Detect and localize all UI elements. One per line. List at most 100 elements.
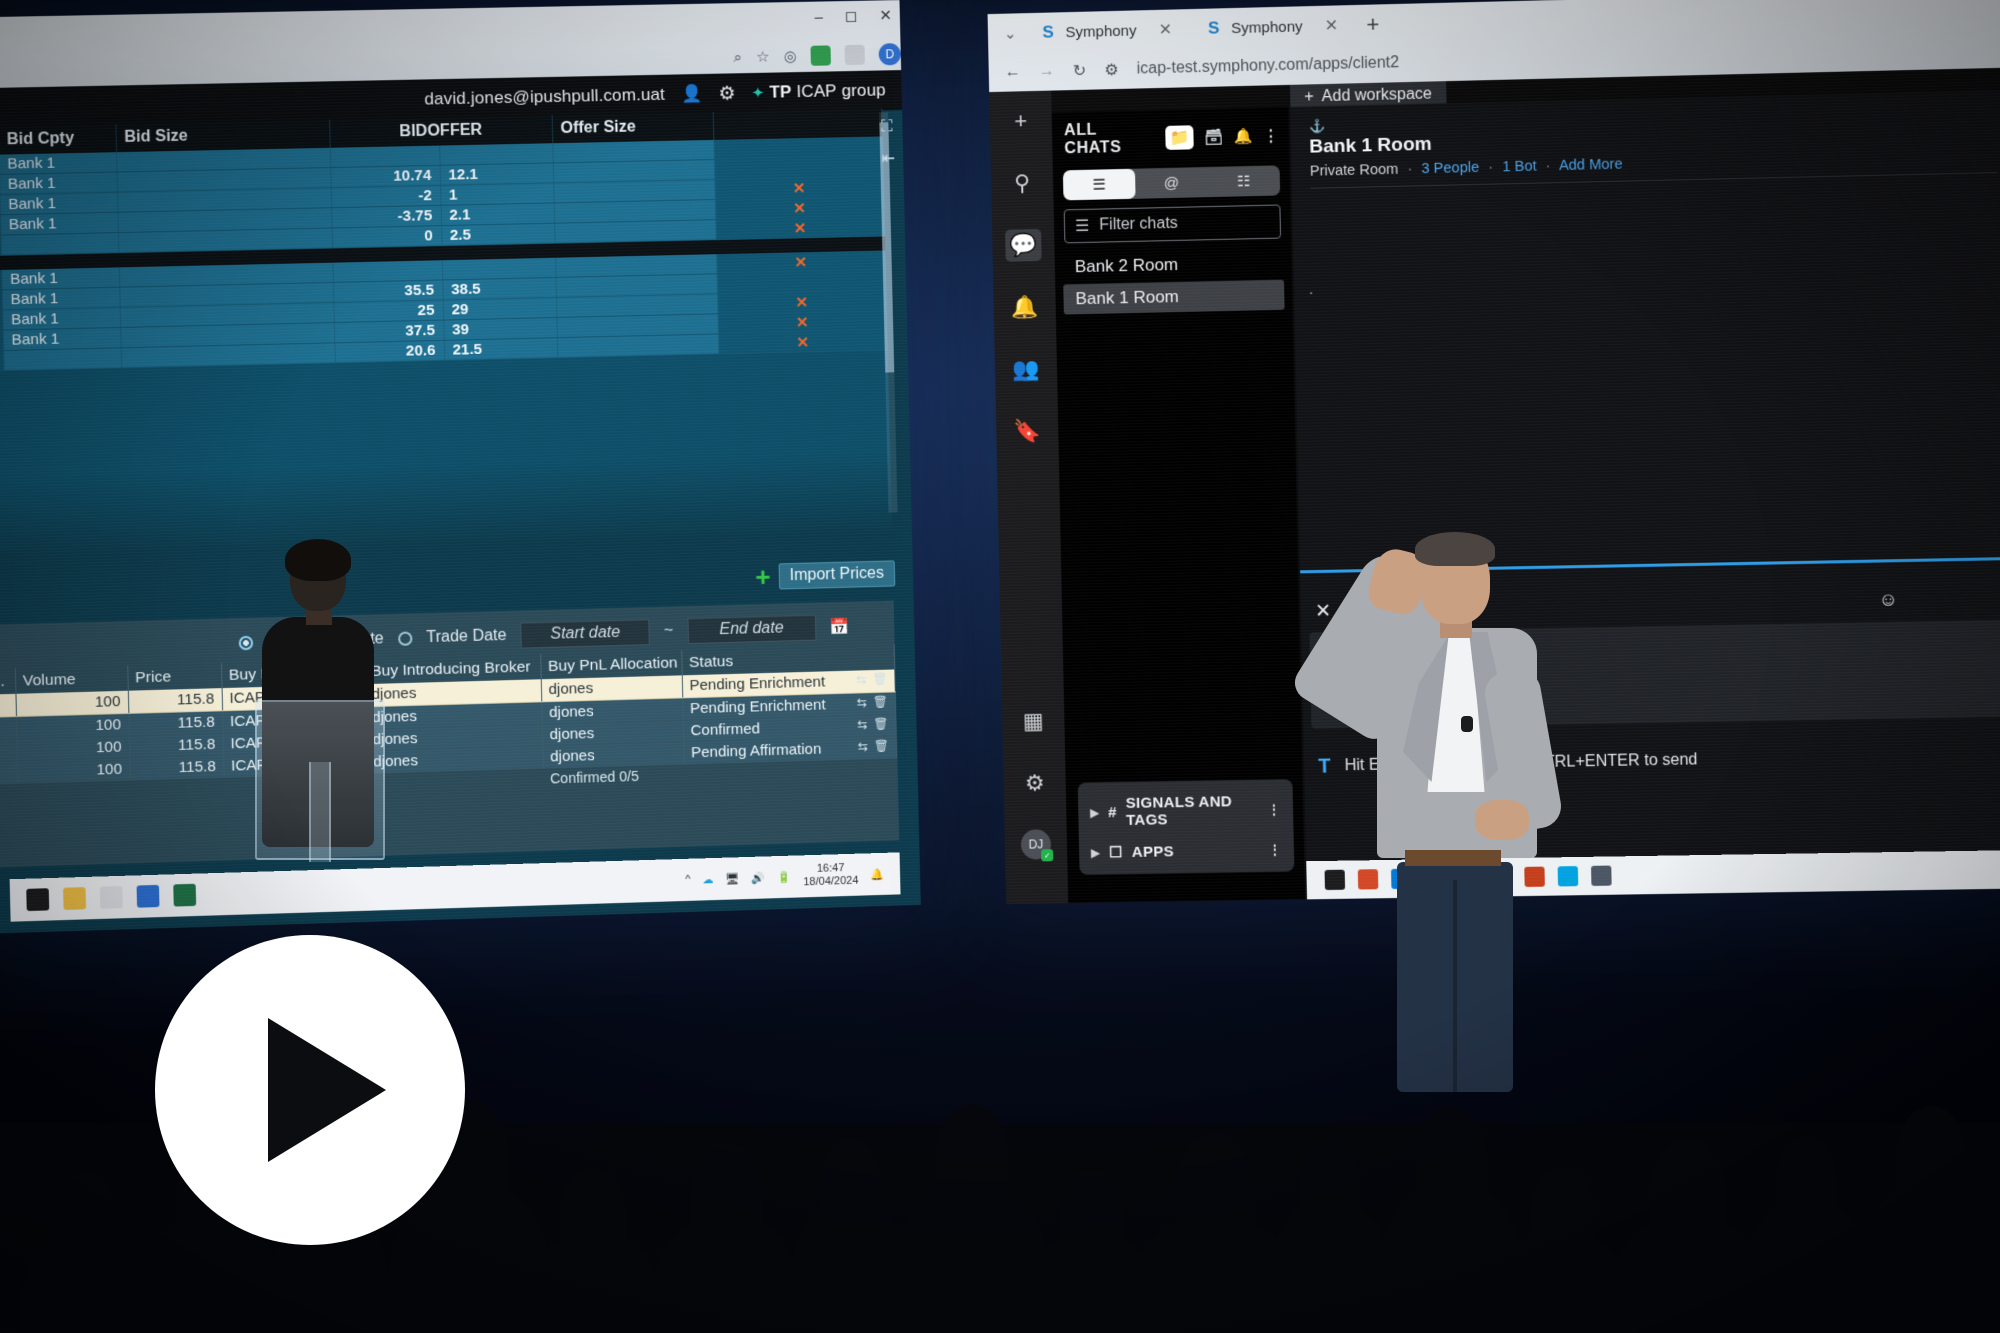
close-icon[interactable]: ✕ (879, 6, 892, 24)
chevron-up-icon[interactable]: ^ (685, 874, 690, 886)
extension-icon[interactable] (810, 45, 831, 66)
taskbar-app-other[interactable] (1591, 865, 1612, 886)
sync-icon[interactable]: ⇆ (856, 672, 866, 686)
cell-bid: 37.5 (333, 320, 444, 343)
import-prices-button[interactable]: Import Prices (778, 560, 896, 590)
trades-col-pnl[interactable]: Buy PnL Allocation (540, 650, 682, 680)
bookmark-icon[interactable]: 🔖 (1009, 415, 1046, 448)
chat-list-item-bank-1[interactable]: Bank 1 Room (1063, 279, 1285, 315)
folder-off-icon[interactable]: 🗃 (1204, 128, 1224, 146)
grid-col-bid-size[interactable]: Bid Size (115, 119, 330, 153)
profile-avatar[interactable]: D (878, 43, 902, 66)
taskbar-clock[interactable]: 16:47 18/04/2024 (803, 862, 859, 889)
trades-col-price[interactable]: Price (127, 662, 222, 691)
taskbar-app-explorer[interactable] (63, 887, 87, 910)
delete-icon[interactable]: 🗑 (873, 716, 889, 730)
chat-list-item-bank-2[interactable]: Bank 2 Room (1063, 248, 1284, 283)
address-bar[interactable]: icap-test.symphony.com/apps/client2 (1136, 54, 1399, 78)
kebab-icon[interactable]: ⋮ (1263, 126, 1279, 144)
close-icon[interactable]: ✕ (1324, 15, 1338, 35)
browser-tab-2[interactable]: S Symphony ✕ (1188, 8, 1355, 46)
chevron-right-icon[interactable]: ▶ (1090, 806, 1099, 819)
grid-col-offer-size[interactable]: Offer Size (551, 111, 714, 144)
import-prices-row[interactable]: + Import Prices (755, 560, 896, 592)
grid-col-bid-cpty[interactable]: Bid Cpty (0, 123, 117, 155)
sync-icon[interactable]: ⇆ (857, 695, 867, 709)
taskbar-app-notes[interactable] (99, 885, 123, 909)
chevron-right-icon[interactable]: ▶ (1091, 846, 1100, 859)
presenter-right-belt (1405, 850, 1501, 866)
bell-check-icon[interactable]: 🔔 (1234, 127, 1254, 145)
grid-apps-icon[interactable]: ▦ (1015, 705, 1052, 738)
gear-icon[interactable]: ⚙ (1016, 767, 1053, 800)
forward-icon[interactable]: → (1039, 62, 1055, 80)
search-icon[interactable]: ⚲ (1004, 167, 1041, 200)
volume-icon[interactable]: 🔊 (752, 871, 766, 884)
plus-icon[interactable]: + (1002, 105, 1039, 138)
chats-segmented-control[interactable]: ☰ @ ☷ (1062, 165, 1281, 201)
cell-offer: 12.1 (439, 162, 554, 186)
emoji-icon[interactable]: ☺ (1878, 589, 1898, 612)
filter-chats-input[interactable]: ☰ Filter chats (1063, 204, 1282, 244)
people-icon[interactable]: 👥 (1008, 353, 1045, 386)
taskbar-tray[interactable]: ^ ☁ 🖥 🔊 🔋 16:47 18/04/2024 🔔 (685, 861, 884, 892)
collapse-icon[interactable]: ⇤ (882, 148, 896, 168)
close-icon[interactable]: ✕ (1158, 20, 1172, 40)
section-signals-and-tags[interactable]: ▶ # SIGNALS AND TAGS ⋮ (1078, 785, 1294, 837)
end-date-input[interactable]: End date (686, 614, 817, 645)
taskbar-app-excel[interactable] (173, 883, 197, 907)
sync-icon[interactable]: ⇆ (858, 739, 868, 753)
maximize-icon[interactable]: ◻ (845, 7, 858, 25)
plus-icon[interactable]: + (755, 562, 771, 592)
kebab-icon[interactable]: ⋮ (1267, 801, 1281, 818)
browser-tab-1[interactable]: S Symphony ✕ (1022, 12, 1188, 50)
bell-icon[interactable]: 🔔 (1006, 291, 1043, 324)
tab-search-chevron-icon[interactable]: ⌄ (998, 24, 1023, 43)
delete-icon[interactable]: 🗑 (872, 672, 888, 686)
room-add-more-link[interactable]: Add More (1559, 156, 1623, 174)
battery-icon[interactable]: 🔋 (777, 870, 791, 883)
star-icon[interactable]: ☆ (756, 48, 770, 66)
network-icon[interactable]: 🖥 (725, 872, 739, 885)
expand-icon[interactable]: ⛶ (881, 118, 893, 136)
hash-icon: # (1107, 803, 1117, 821)
minimize-icon[interactable]: – (814, 8, 823, 25)
audience-shoulders (1376, 1179, 1526, 1333)
cell-bid-cpty: Bank 1 (0, 171, 117, 195)
room-bots-link[interactable]: 1 Bot (1502, 158, 1537, 175)
person-icon[interactable]: 👤 (681, 84, 703, 104)
notification-icon[interactable]: 🔔 (870, 867, 884, 880)
grid-col-bidoffer[interactable]: BIDOFFER (329, 115, 553, 148)
calendar-icon[interactable]: 📅 (829, 617, 850, 638)
onedrive-icon[interactable]: ☁ (702, 873, 713, 886)
trade-date-radio[interactable] (397, 631, 413, 646)
audience-head (1415, 1106, 1487, 1191)
chat-icon[interactable]: 💬 (1005, 228, 1042, 262)
section-apps[interactable]: ▶ ☐ APPS ⋮ (1079, 833, 1294, 868)
taskbar-app-chrome[interactable] (136, 884, 160, 908)
gear-icon[interactable]: ⚙ (718, 82, 736, 105)
site-settings-icon[interactable]: ⚙ (1104, 60, 1119, 80)
shield-icon[interactable]: ◎ (783, 47, 797, 65)
kebab-icon[interactable]: ⋮ (1268, 841, 1282, 858)
sync-icon[interactable]: ⇆ (857, 717, 867, 731)
zoom-icon[interactable]: ⌕ (733, 49, 742, 66)
trades-col-volume[interactable]: Volume (14, 665, 128, 694)
tab-all-messages[interactable]: ☰ (1062, 168, 1136, 201)
puzzle-icon[interactable] (844, 44, 865, 66)
delete-icon[interactable]: 🗑 (874, 738, 890, 752)
folder-icon[interactable]: 📁 (1165, 125, 1195, 150)
delete-icon[interactable]: 🗑 (873, 694, 889, 708)
tab-mentions[interactable]: @ (1135, 167, 1208, 199)
taskbar-app-ipushpull[interactable] (26, 888, 50, 912)
reload-icon[interactable]: ↻ (1073, 61, 1087, 81)
plus-icon[interactable]: + (1366, 11, 1380, 37)
start-date-input[interactable]: Start date (520, 619, 651, 649)
bid-offer-grid[interactable]: Bid Cpty Bid Size BIDOFFER Offer Size ✕ B… (0, 108, 893, 558)
play-button[interactable] (155, 935, 465, 1245)
room-people-link[interactable]: 3 People (1421, 160, 1479, 177)
tab-unread[interactable]: ☷ (1207, 165, 1280, 197)
left-window-controls[interactable]: – ◻ ✕ (814, 6, 892, 25)
back-icon[interactable]: ← (1005, 63, 1021, 81)
avatar[interactable]: DJ ✓ (1020, 829, 1054, 862)
